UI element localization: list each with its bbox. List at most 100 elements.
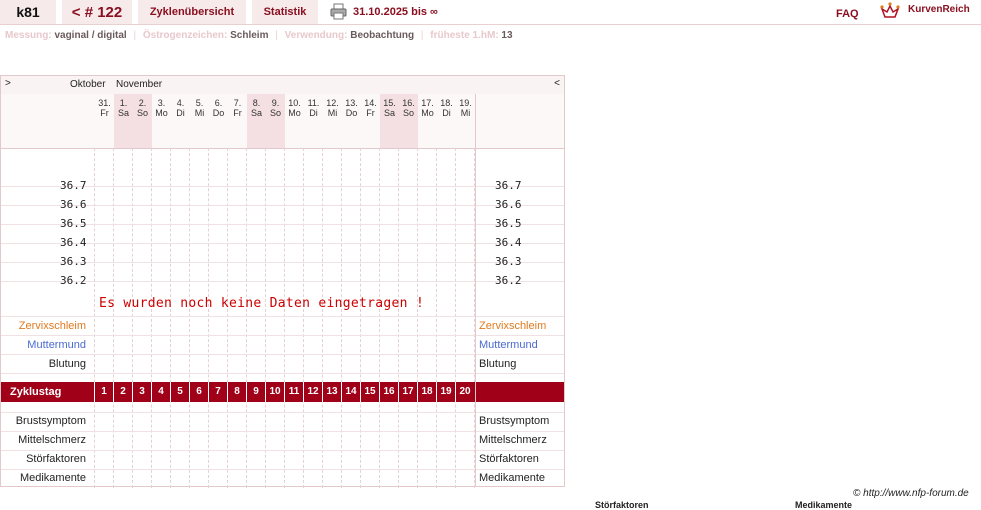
- estrogen-sign-value: Schleim: [230, 30, 269, 41]
- day-number: 3.: [157, 98, 166, 108]
- cycle-day-cell[interactable]: 7: [208, 382, 227, 402]
- medication-label: Medikamente: [19, 472, 86, 484]
- day-column-header[interactable]: 17. Mo: [418, 94, 437, 148]
- grid-row-line: [1, 316, 564, 317]
- cycle-day-cell[interactable]: 3: [132, 382, 151, 402]
- cycle-day-cell[interactable]: 6: [189, 382, 208, 402]
- day-number: 31.: [98, 98, 111, 108]
- cycle-day-cell[interactable]: 1: [94, 382, 113, 402]
- earliest-high-value: 13: [501, 30, 513, 41]
- cycle-day-cell[interactable]: 5: [170, 382, 189, 402]
- date-range: 31.10.2025 bis ∞: [353, 6, 438, 18]
- medication-label-right: Medikamente: [479, 472, 546, 484]
- cervical-mucus-label: Zervixschleim: [18, 320, 86, 332]
- cycle-day-cell[interactable]: 14: [341, 382, 360, 402]
- printer-icon[interactable]: [330, 3, 347, 20]
- day-column-header[interactable]: 6. Do: [209, 94, 228, 148]
- day-column-header[interactable]: 1. Sa: [114, 94, 133, 148]
- previous-cycle-tab[interactable]: < # 122: [62, 0, 132, 24]
- day-number: 14.: [364, 98, 377, 108]
- temp-label-left: 36.6: [60, 198, 87, 211]
- temp-label-left: 36.4: [60, 236, 87, 249]
- cycle-day-cell[interactable]: 10: [265, 382, 284, 402]
- temp-label-left: 36.3: [60, 255, 87, 268]
- cycle-day-cell[interactable]: 8: [227, 382, 246, 402]
- weekday: Mo: [288, 108, 301, 118]
- breast-symptom-label: Brustsymptom: [15, 415, 86, 427]
- clipped-heading: Störfaktoren: [595, 500, 649, 510]
- grid-column-line: [360, 148, 361, 488]
- day-number: 12.: [326, 98, 339, 108]
- grid-column-line: [189, 148, 190, 488]
- day-column-header[interactable]: 11. Di: [304, 94, 323, 148]
- dates-row: 31. Fr 1. Sa 2. So 3. Mo 4. Di 5. Mi 6. Do 7. Fr 8. Sa 9. S…: [1, 94, 564, 149]
- cycle-overview-tab[interactable]: Zyklenübersicht: [138, 0, 246, 24]
- weekday: Mo: [155, 108, 168, 118]
- cycle-day-cell[interactable]: 12: [303, 382, 322, 402]
- day-number: 8.: [252, 98, 261, 108]
- temp-label-left: 36.7: [60, 179, 87, 192]
- cycle-day-cell[interactable]: 18: [417, 382, 436, 402]
- crown-logo-icon[interactable]: [880, 1, 900, 19]
- statistics-tab[interactable]: Statistik: [252, 0, 318, 24]
- day-column-header[interactable]: 19. Mi: [456, 94, 475, 148]
- day-column-header[interactable]: 5. Mi: [190, 94, 209, 148]
- weekday: Fr: [233, 108, 242, 118]
- cervix-label: Muttermund: [27, 339, 86, 351]
- day-column-header[interactable]: 3. Mo: [152, 94, 171, 148]
- copyright-credit: © http://www.nfp-forum.de: [853, 488, 969, 499]
- grid-row-line: [1, 335, 564, 336]
- weekday: So: [269, 108, 281, 118]
- day-number: 7.: [233, 98, 242, 108]
- clipped-heading: Medikamente: [795, 500, 853, 510]
- day-number: 11.: [307, 98, 320, 108]
- day-column-header[interactable]: 9. So: [266, 94, 285, 148]
- temp-label-right: 36.6: [495, 198, 522, 211]
- day-column-header[interactable]: 4. Di: [171, 94, 190, 148]
- cycle-day-cell[interactable]: 2: [113, 382, 132, 402]
- cycle-day-cell[interactable]: 19: [436, 382, 455, 402]
- temp-label-left: 36.5: [60, 217, 87, 230]
- user-tab[interactable]: k81: [0, 0, 56, 24]
- cycle-day-cell[interactable]: 4: [151, 382, 170, 402]
- day-number: 6.: [214, 98, 223, 108]
- day-column-header[interactable]: 31. Fr: [95, 94, 114, 148]
- weekday: Di: [176, 108, 185, 118]
- grid-column-line: [265, 148, 266, 488]
- previous-page-button[interactable]: <: [554, 78, 560, 89]
- cycle-day-cell[interactable]: 15: [360, 382, 379, 402]
- faq-link[interactable]: FAQ: [836, 8, 859, 20]
- day-column-header[interactable]: 2. So: [133, 94, 152, 148]
- earliest-high-label: früheste 1.hM:: [430, 30, 499, 41]
- cycle-day-cell[interactable]: 16: [379, 382, 398, 402]
- cycle-day-cell[interactable]: 11: [284, 382, 303, 402]
- weekday: Sa: [383, 108, 395, 118]
- cycle-day-cell[interactable]: 9: [246, 382, 265, 402]
- grid-column-line: [208, 148, 209, 488]
- day-column-header[interactable]: 14. Fr: [361, 94, 380, 148]
- day-column-header[interactable]: 15. Sa: [380, 94, 399, 148]
- day-number: 9.: [271, 98, 280, 108]
- separator: |: [420, 30, 424, 41]
- day-column-header[interactable]: 10. Mo: [285, 94, 304, 148]
- weekday: Mi: [327, 108, 338, 118]
- day-column-header[interactable]: 7. Fr: [228, 94, 247, 148]
- brand-name[interactable]: KurvenReich: [908, 4, 970, 15]
- day-number: 4.: [176, 98, 185, 108]
- usage-value: Beobachtung: [350, 30, 415, 41]
- cycle-day-cell[interactable]: 13: [322, 382, 341, 402]
- temp-label-right: 36.4: [495, 236, 522, 249]
- day-column-header[interactable]: 16. So: [399, 94, 418, 148]
- cycle-day-cell[interactable]: 17: [398, 382, 417, 402]
- month-label-november: November: [116, 79, 163, 90]
- day-column-header[interactable]: 8. Sa: [247, 94, 266, 148]
- cycle-day-cell[interactable]: 20: [455, 382, 474, 402]
- usage-label: Verwendung:: [284, 30, 348, 41]
- grid-column-line: [246, 148, 247, 488]
- grid-column-line: [322, 148, 323, 488]
- day-column-header[interactable]: 12. Mi: [323, 94, 342, 148]
- day-column-header[interactable]: 13. Do: [342, 94, 361, 148]
- next-page-button[interactable]: >: [5, 78, 11, 89]
- cycle-day-bar: Zyklustag 1 2 3 4 5 6 7 8 9 10 11 12 13 14 15 16 17 18 19 2…: [1, 382, 564, 402]
- day-column-header[interactable]: 18. Di: [437, 94, 456, 148]
